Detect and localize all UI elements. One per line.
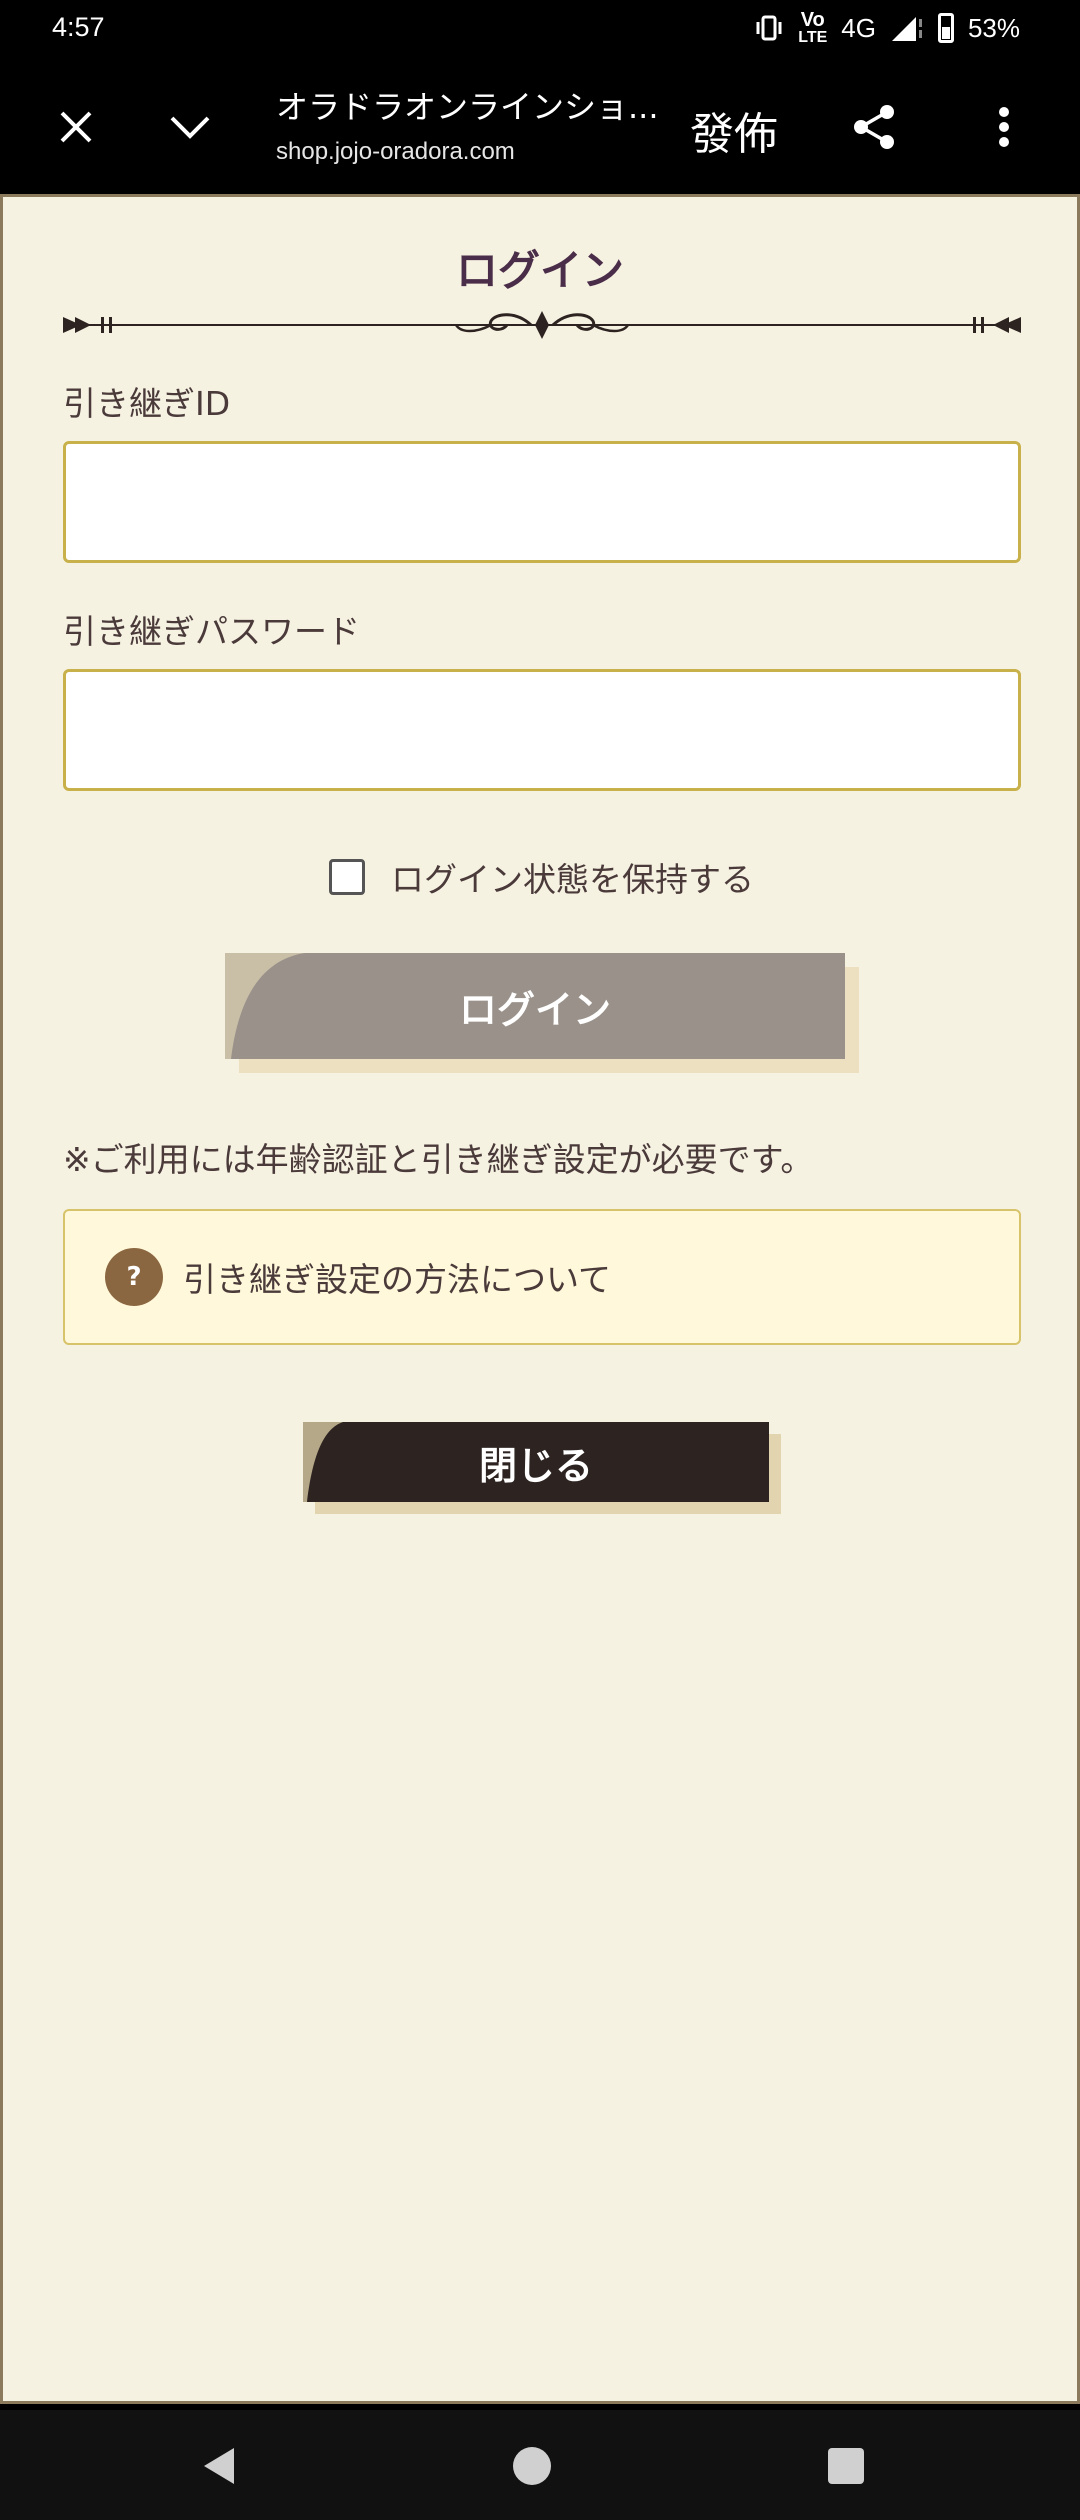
- login-button-label[interactable]: ログイン: [459, 979, 611, 1034]
- status-icons: Vo LTE 4G 53%: [754, 10, 1020, 46]
- signal-icon: [891, 17, 922, 41]
- ornament-divider-icon: [63, 311, 1021, 339]
- home-icon[interactable]: [512, 2446, 552, 2486]
- login-panel: ログイン 引き継ぎID 引き継ぎパスワード ログイン状態を保持する ログイン ※…: [0, 194, 1080, 2404]
- page-url[interactable]: shop.jojo-oradora.com: [276, 138, 515, 166]
- close-icon[interactable]: [46, 97, 106, 157]
- volte-bottom: LTE: [798, 29, 828, 46]
- help-label[interactable]: 引き継ぎ設定の方法について: [183, 1253, 611, 1301]
- page-title[interactable]: オラドラオンラインショ...: [276, 82, 656, 128]
- volte-top: Vo: [800, 9, 825, 31]
- system-navbar: [0, 2410, 1080, 2520]
- close-button[interactable]: 閉じる: [303, 1422, 769, 1502]
- back-icon[interactable]: [200, 2446, 240, 2486]
- id-label: 引き継ぎID: [63, 384, 231, 423]
- browser-toolbar: オラドラオンラインショ... shop.jojo-oradora.com 發佈: [0, 60, 1080, 194]
- vibrate-icon: [756, 15, 782, 41]
- id-input[interactable]: [63, 441, 1021, 563]
- password-label: 引き継ぎパスワード: [63, 612, 360, 651]
- status-time: 4:57: [52, 12, 105, 42]
- password-input[interactable]: [63, 669, 1021, 791]
- recents-icon[interactable]: [826, 2446, 866, 2486]
- battery-percent: 53%: [967, 12, 1020, 43]
- more-vert-icon[interactable]: [974, 97, 1034, 157]
- requirement-note: ※ご利用には年齢認証と引き継ぎ設定が必要です。: [63, 1140, 814, 1179]
- remember-checkbox[interactable]: [329, 859, 365, 895]
- network-type: 4G: [841, 12, 876, 43]
- close-button-label[interactable]: 閉じる: [479, 1435, 593, 1490]
- status-bar: 4:57 Vo LTE 4G 53%: [0, 0, 1080, 60]
- login-title: ログイン: [455, 246, 624, 295]
- transfer-help-link[interactable]: ? 引き継ぎ設定の方法について: [63, 1209, 1021, 1345]
- close-swoosh-icon: [303, 1422, 343, 1502]
- chevron-down-icon[interactable]: [160, 97, 220, 157]
- translate-button[interactable]: 發佈: [690, 98, 778, 162]
- question-icon: ?: [105, 1248, 163, 1306]
- remember-login[interactable]: ログイン状態を保持する: [329, 853, 754, 901]
- volte-indicator: Vo LTE: [798, 10, 827, 46]
- button-swoosh-icon: [225, 953, 305, 1059]
- share-icon[interactable]: [844, 97, 904, 157]
- battery-icon: [937, 13, 954, 43]
- login-button[interactable]: ログイン: [225, 953, 845, 1059]
- remember-label[interactable]: ログイン状態を保持する: [391, 853, 754, 901]
